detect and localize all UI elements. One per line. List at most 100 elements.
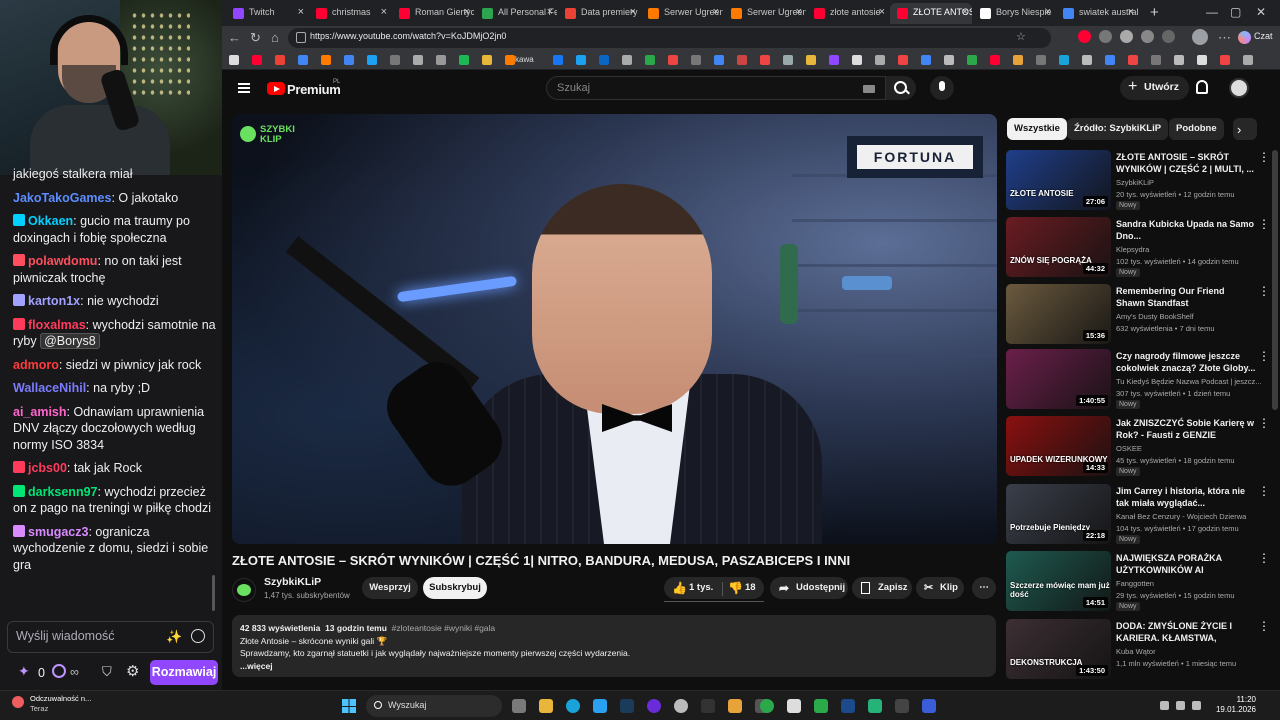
video-title[interactable]: Czy nagrody filmowe jeszcze cokolwiek zn… [1116, 350, 1256, 374]
emote-icon[interactable] [191, 629, 205, 643]
recommended-video[interactable]: UPADEK WIZERUNKOWY 14:33 Jak ZNISZCZYĆ Sob… [1006, 416, 1274, 476]
video-thumbnail[interactable]: ZŁOTE ANTOSIE 27:06 [1006, 150, 1111, 210]
browser-tab[interactable]: Roman Giertych × [392, 3, 474, 24]
chat-input[interactable] [16, 629, 156, 643]
bookmark-favicon-icon[interactable] [990, 55, 1000, 65]
bookmark-favicon-icon[interactable] [367, 55, 377, 65]
bookmark-favicon-icon[interactable] [737, 55, 747, 65]
chat-username[interactable]: jcbs00 [28, 461, 67, 475]
chip-similar[interactable]: Podobne [1169, 118, 1224, 140]
chat-username[interactable]: smugacz3 [28, 525, 88, 539]
more-options-icon[interactable]: ⋮ [1258, 619, 1270, 633]
video-title[interactable]: Sandra Kubicka Upada na Samo Dno... [1116, 218, 1256, 242]
bookmark-favicon-icon[interactable] [1082, 55, 1092, 65]
bookmark-favicon-icon[interactable] [1105, 55, 1115, 65]
maps-icon[interactable] [674, 699, 688, 713]
video-thumbnail[interactable]: Szczerze mówiąc mam już dość 14:51 [1006, 551, 1111, 611]
back-icon[interactable]: ← [228, 30, 241, 45]
recommended-video[interactable]: 1:40:55 Czy nagrody filmowe jeszcze cokol… [1006, 349, 1274, 409]
bookmark-favicon-icon[interactable] [576, 55, 586, 65]
file-explorer-icon[interactable] [539, 699, 553, 713]
minimize-icon[interactable]: — [1206, 5, 1218, 19]
show-more-link[interactable]: ...więcej [240, 660, 988, 673]
recommended-video[interactable]: DEKONSTRUKCJA 1:43:50 DODA: ZMYŚLONE ŻYCIE… [1006, 619, 1274, 679]
bookmark-star-icon[interactable]: ☆ [1016, 30, 1026, 43]
tab-close-icon[interactable]: × [464, 6, 470, 18]
taskbar-search[interactable] [366, 695, 502, 717]
bookmark-favicon-icon[interactable] [390, 55, 400, 65]
video-thumbnail[interactable]: UPADEK WIZERUNKOWY 14:33 [1006, 416, 1111, 476]
close-window-icon[interactable]: ✕ [1256, 5, 1266, 19]
browser-tab[interactable]: christmas × [309, 3, 391, 24]
bookmark-favicon-icon[interactable] [852, 55, 862, 65]
notifications-bell-icon[interactable] [1196, 80, 1208, 94]
windows-start-icon[interactable] [342, 699, 356, 713]
channel-name[interactable]: Amy's Dusty BookShelf [1116, 312, 1266, 321]
gemini-chat-button[interactable]: Czat [1234, 29, 1277, 46]
chat-scrollbar[interactable] [212, 575, 215, 611]
bookmark-kawa[interactable]: kawa [515, 55, 534, 64]
user-badge-icon[interactable] [13, 254, 25, 266]
tab-close-icon[interactable]: × [1128, 6, 1134, 18]
channel-name[interactable]: SzybkiKLiP [1116, 178, 1266, 187]
account-avatar[interactable] [1229, 78, 1249, 98]
chat-username[interactable]: ai_amish [13, 405, 67, 419]
volume-icon[interactable] [1192, 701, 1201, 710]
app-icon[interactable] [814, 699, 828, 713]
browser-tab[interactable]: złote antosie × [807, 3, 889, 24]
bits-icon[interactable]: ✨ [166, 629, 182, 645]
downloads-icon[interactable] [1162, 30, 1175, 43]
video-title[interactable]: NAJWIĘKSZA PORAŻKA UŻYTKOWNIKÓW AI [1116, 552, 1256, 576]
tab-close-icon[interactable]: × [879, 6, 885, 18]
save-button[interactable]: Zapisz [852, 577, 912, 599]
search-button[interactable] [886, 76, 916, 100]
app-icon[interactable] [841, 699, 855, 713]
more-options-icon[interactable]: ⋮ [1258, 349, 1270, 363]
hashtags[interactable]: #zloteantosie #wyniki #gala [392, 623, 495, 633]
extension-icon[interactable] [1120, 30, 1133, 43]
clip-button[interactable]: ✂ Klip [916, 577, 964, 599]
recommended-video[interactable]: Szczerze mówiąc mam już dość 14:51 NAJWIĘK… [1006, 551, 1274, 611]
tray-arrow-icon[interactable] [1160, 701, 1169, 710]
bookmark-favicon-icon[interactable] [921, 55, 931, 65]
app-icon[interactable] [895, 699, 909, 713]
bookmark-favicon-icon[interactable] [622, 55, 632, 65]
video-thumbnail[interactable]: DEKONSTRUKCJA 1:43:50 [1006, 619, 1111, 679]
channel-name[interactable]: OSKEE [1116, 444, 1266, 453]
bookmark-favicon-icon[interactable] [505, 55, 515, 65]
user-badge-icon[interactable] [13, 294, 25, 306]
reload-icon[interactable]: ↻ [250, 30, 261, 46]
keyboard-icon[interactable] [863, 85, 875, 93]
video-thumbnail[interactable]: 15:36 [1006, 284, 1111, 344]
chat-username[interactable]: polawdomu [28, 254, 97, 268]
bookmark-favicon-icon[interactable] [783, 55, 793, 65]
video-thumbnail[interactable]: ZNÓW SIĘ POGRĄŻA 44:32 [1006, 217, 1111, 277]
dislike-icon[interactable]: 👎 [728, 581, 743, 595]
bookmark-favicon-icon[interactable] [1036, 55, 1046, 65]
bookmark-favicon-icon[interactable] [760, 55, 770, 65]
user-badge-icon[interactable] [13, 461, 25, 473]
home-icon[interactable]: ⌂ [271, 30, 279, 45]
channel-name[interactable]: Tu Kiedyś Będzie Nazwa Podcast | jeszcz.… [1116, 377, 1266, 386]
voice-search-button[interactable] [930, 76, 954, 100]
address-bar[interactable]: ☆ [288, 28, 1051, 48]
url-input[interactable] [310, 31, 910, 41]
tab-close-icon[interactable]: × [298, 6, 304, 18]
bookmark-favicon-icon[interactable] [1151, 55, 1161, 65]
bookmark-favicon-icon[interactable] [1174, 55, 1184, 65]
bookmark-favicon-icon[interactable] [482, 55, 492, 65]
maximize-icon[interactable]: ▢ [1230, 5, 1241, 19]
bookmark-favicon-icon[interactable] [321, 55, 331, 65]
chat-username[interactable]: WallaceNihil [13, 381, 86, 395]
steam-icon[interactable] [620, 699, 634, 713]
bookmark-favicon-icon[interactable] [898, 55, 908, 65]
chip-all[interactable]: Wszystkie [1007, 118, 1067, 140]
xbox-icon[interactable] [760, 699, 774, 713]
tab-close-icon[interactable]: × [630, 6, 636, 18]
browser-tab[interactable]: swiatek austral × [1056, 3, 1138, 24]
bookmark-favicon-icon[interactable] [668, 55, 678, 65]
more-options-icon[interactable]: ⋮ [1258, 551, 1270, 565]
chat-username[interactable]: admoro [13, 358, 59, 372]
bookmark-favicon-icon[interactable] [967, 55, 977, 65]
app-icon[interactable] [922, 699, 936, 713]
